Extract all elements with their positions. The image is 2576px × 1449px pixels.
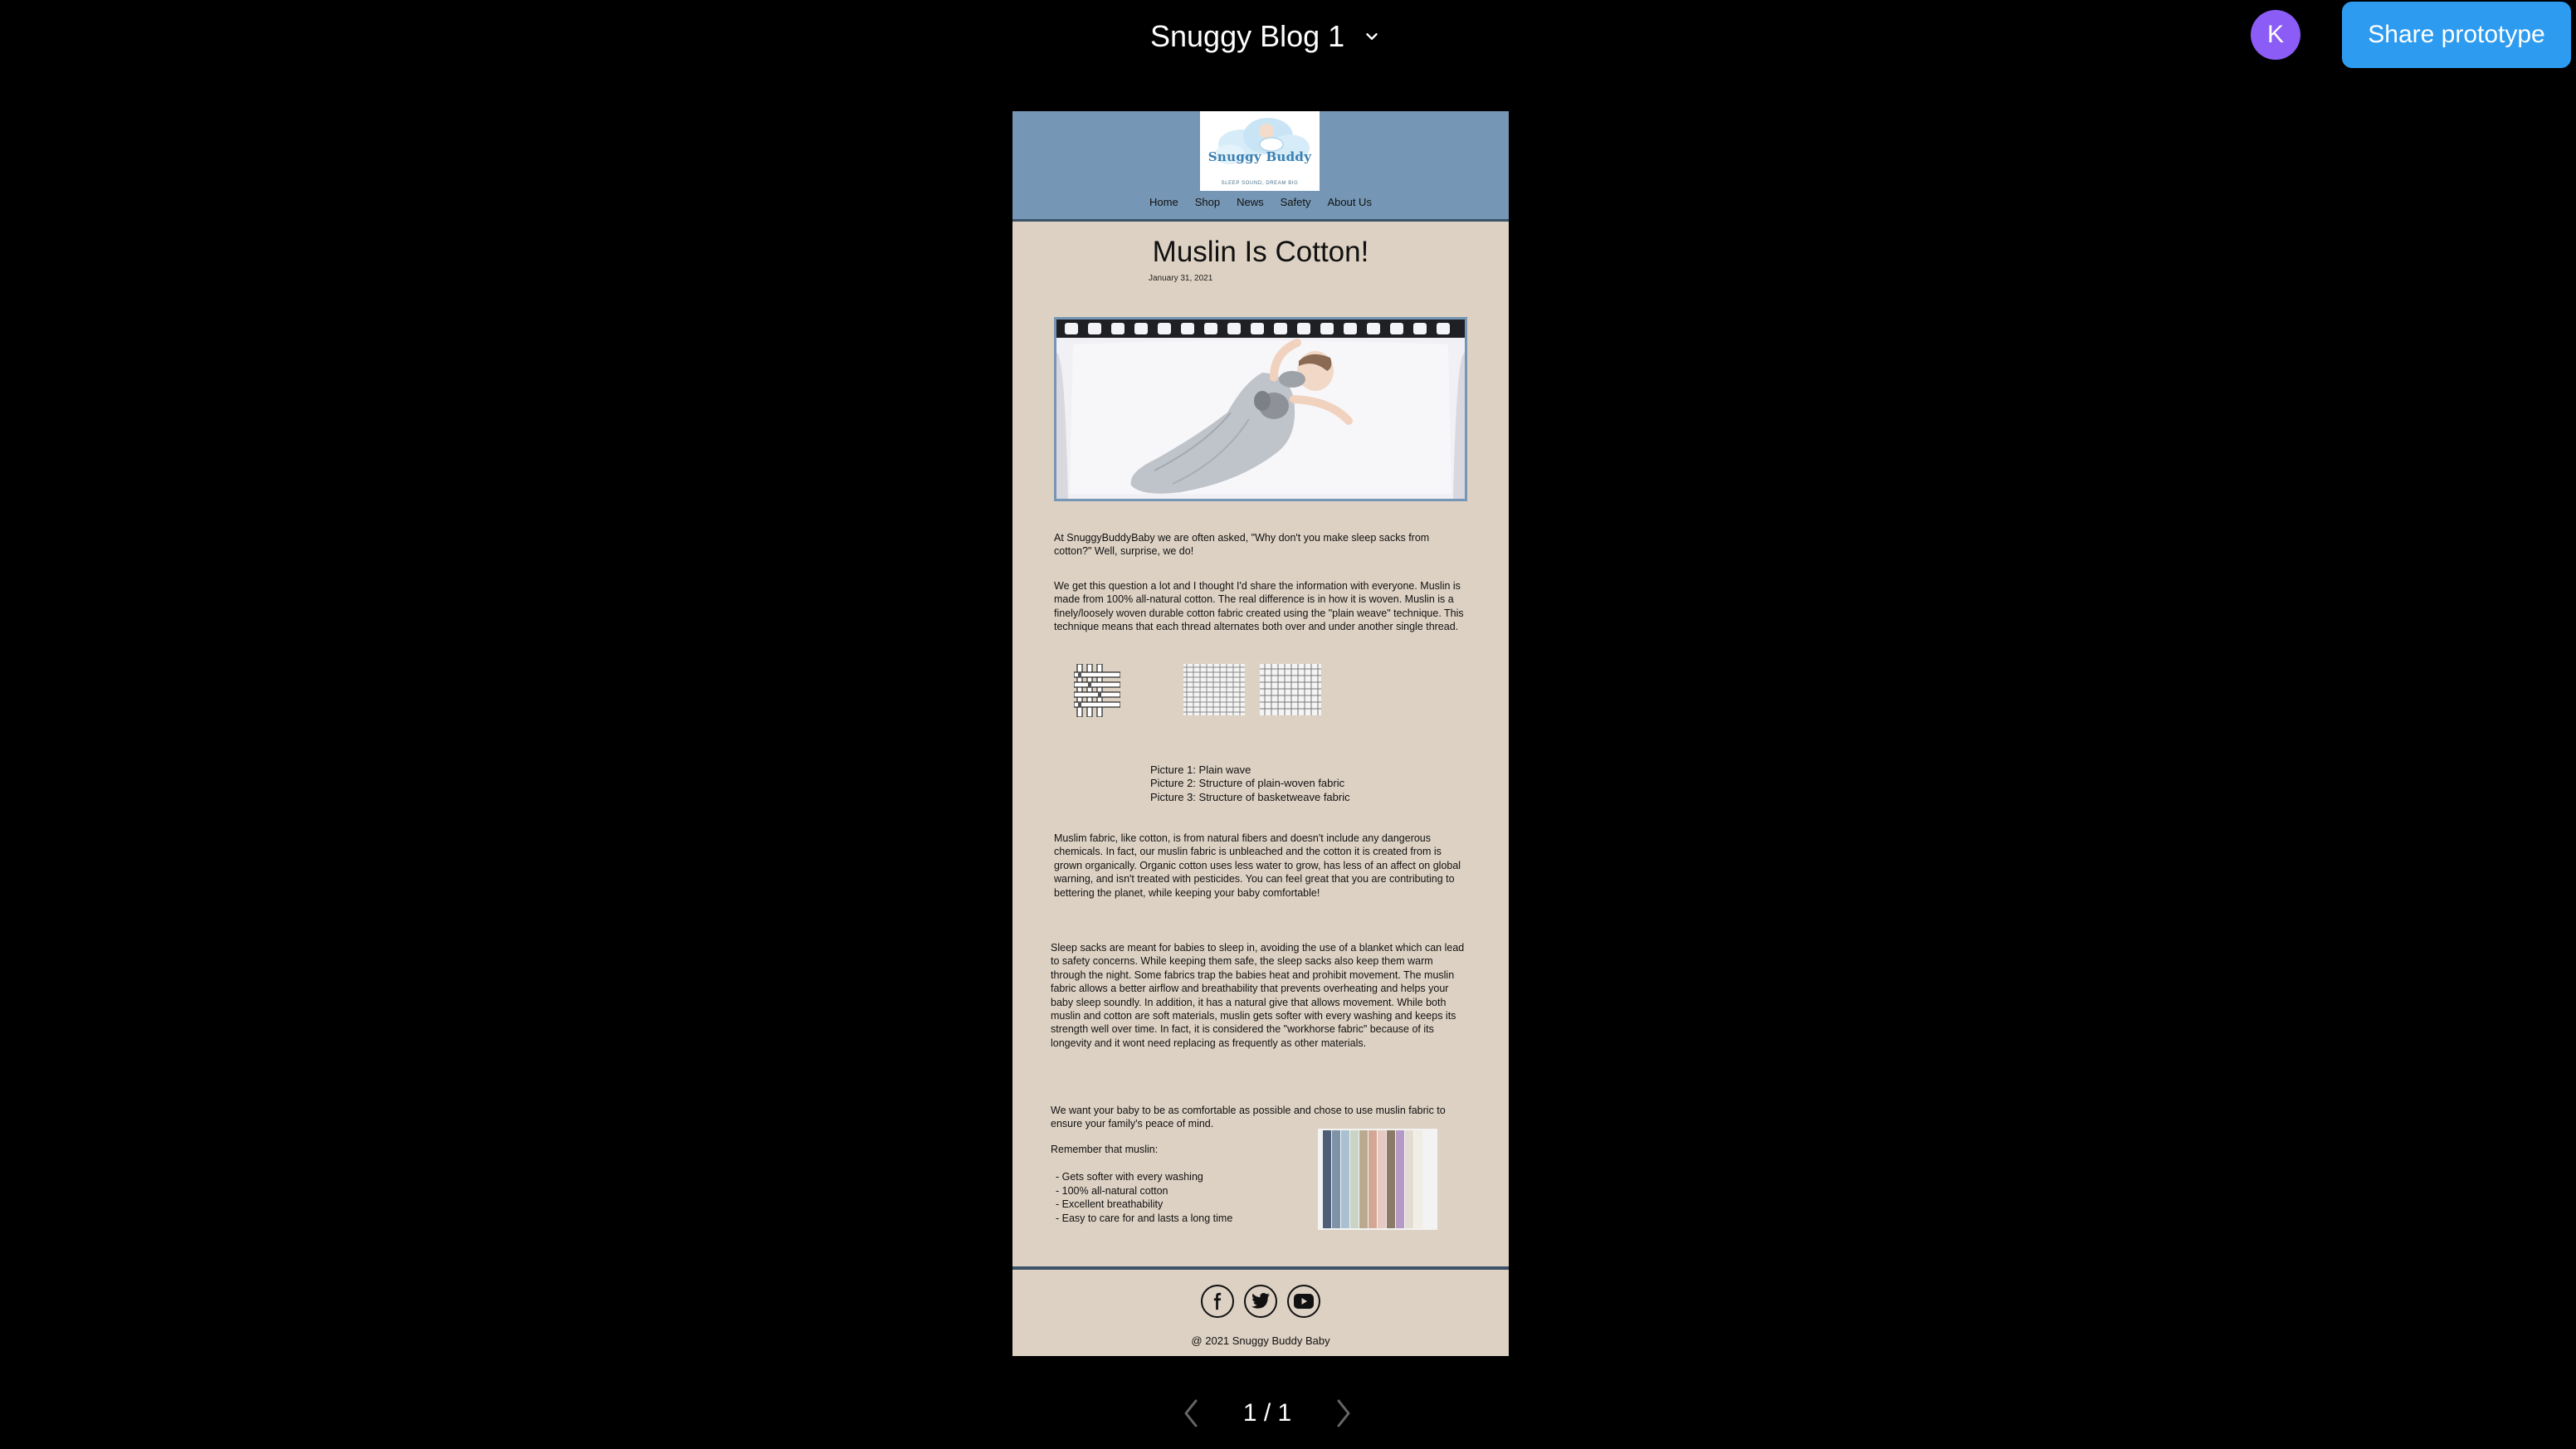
prototype-title-dropdown[interactable]: Snuggy Blog 1	[1150, 15, 1381, 58]
avatar[interactable]: K	[2251, 10, 2300, 60]
social-links	[1012, 1285, 1509, 1318]
page-indicator: 1 / 1	[1242, 1399, 1292, 1427]
copyright-text: @ 2021 Snuggy Buddy Baby	[1191, 1334, 1330, 1347]
logo-text: Snuggy Buddy	[1208, 149, 1312, 164]
chevron-left-icon	[1184, 1399, 1198, 1427]
caption-3: Picture 3: Structure of basketweave fabr…	[1150, 790, 1350, 803]
site-nav: Home Shop News Safety About Us	[1012, 196, 1509, 208]
share-prototype-button[interactable]: Share prototype	[2342, 2, 2571, 68]
post-title: Muslin Is Cotton!	[1152, 236, 1369, 268]
caption-1: Picture 1: Plain wave	[1150, 764, 1251, 776]
chevron-right-icon	[1337, 1399, 1350, 1427]
muslin-swatches-image	[1318, 1129, 1437, 1230]
remember-label: Remember that muslin:	[1051, 1144, 1159, 1155]
weave-captions: Picture 1: Plain wave Picture 2: Structu…	[1150, 764, 1350, 804]
plain-weave-diagram	[1074, 664, 1120, 717]
list-item: - Excellent breathability	[1056, 1198, 1164, 1211]
nav-about-us[interactable]: About Us	[1327, 196, 1371, 208]
list-item: - Gets softer with every washing	[1056, 1171, 1203, 1183]
avatar-initial: K	[2266, 21, 2284, 48]
hero-image	[1054, 317, 1467, 501]
nav-news[interactable]: News	[1237, 196, 1264, 208]
twitter-icon[interactable]	[1244, 1285, 1277, 1318]
paragraph-comfort: We want your baby to be as comfortable a…	[1051, 1105, 1446, 1130]
site-header: Snuggy Buddy SLEEP SOUND, DREAM BIG Home…	[1012, 111, 1509, 222]
muslin-benefits-list: - Gets softer with every washing - 100% …	[1056, 1170, 1232, 1225]
paragraph-natural-fibers: Muslim fabric, like cotton, is from natu…	[1054, 832, 1461, 899]
basketweave-fabric-diagram	[1260, 664, 1321, 715]
caption-2: Picture 2: Structure of plain-woven fabr…	[1150, 777, 1345, 790]
paragraph-sleep-sacks: Sleep sacks are meant for babies to slee…	[1051, 942, 1465, 1049]
youtube-icon[interactable]	[1287, 1285, 1320, 1318]
logo-tagline: SLEEP SOUND, DREAM BIG	[1221, 181, 1299, 186]
list-item: - Easy to care for and lasts a long time	[1056, 1212, 1233, 1224]
facebook-icon[interactable]	[1201, 1285, 1234, 1318]
logo[interactable]: Snuggy Buddy SLEEP SOUND, DREAM BIG	[1200, 111, 1320, 191]
paragraph-muslin-cotton: We get this question a lot and I thought…	[1054, 580, 1464, 633]
paragraph-intro: At SnuggyBuddyBaby we are often asked, "…	[1054, 532, 1430, 558]
nav-safety[interactable]: Safety	[1281, 196, 1311, 208]
post-date: January 31, 2021	[1149, 274, 1213, 283]
nav-home[interactable]: Home	[1149, 196, 1178, 208]
page-navigation: 1 / 1	[1178, 1391, 1356, 1436]
list-item: - 100% all-natural cotton	[1056, 1184, 1168, 1197]
baby-sleep-sack-photo	[1056, 320, 1465, 499]
nav-shop[interactable]: Shop	[1195, 196, 1220, 208]
previous-page-button[interactable]	[1178, 1397, 1203, 1430]
chevron-down-icon	[1366, 33, 1378, 40]
plain-woven-fabric-diagram	[1183, 664, 1245, 715]
footer-divider	[1012, 1266, 1509, 1270]
prototype-title: Snuggy Blog 1	[1150, 19, 1345, 53]
prototype-frame: Snuggy Buddy SLEEP SOUND, DREAM BIG Home…	[1012, 111, 1509, 1356]
next-page-button[interactable]	[1331, 1397, 1356, 1430]
